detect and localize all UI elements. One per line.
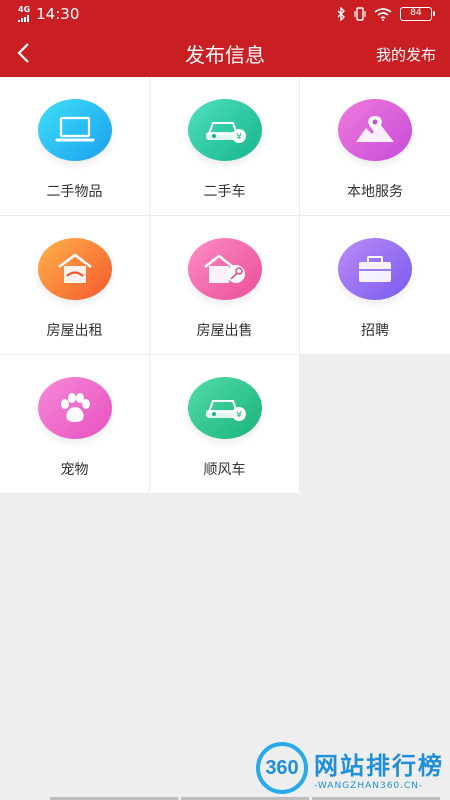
car-icon: ¥ (187, 377, 262, 439)
wifi-icon (374, 7, 392, 21)
vibrate-icon (354, 7, 366, 21)
category-label: 二手物品 (46, 184, 103, 200)
category-grid: 二手物品 ¥ 二手车 本地服务 房屋出租 房屋出售 招聘 宠物 ¥ 顺风车 (0, 77, 450, 494)
watermark: 360 网站排行榜 -WANGZHAN360.CN- (256, 742, 444, 794)
back-button[interactable] (8, 38, 38, 68)
status-left: 4G 14:30 (18, 5, 79, 23)
battery-level: 84 (410, 8, 422, 18)
category-label: 二手车 (203, 184, 246, 200)
paw-icon (37, 377, 112, 439)
category-local-service[interactable]: 本地服务 (300, 77, 450, 216)
category-label: 顺风车 (203, 462, 246, 478)
watermark-logo-text: 360 (265, 756, 299, 779)
status-bar: 4G 14:30 84 (0, 0, 450, 30)
signal-icon: 4G (18, 6, 30, 22)
category-used-goods[interactable]: 二手物品 (0, 77, 150, 216)
battery-icon: 84 (400, 7, 435, 21)
car-icon: ¥ (187, 99, 262, 161)
header: 4G 14:30 84 发布信息 我的发布 (0, 0, 450, 77)
laptop-icon (37, 99, 112, 161)
category-label: 招聘 (361, 323, 389, 339)
category-label: 房屋出租 (46, 323, 103, 339)
my-posts-link[interactable]: 我的发布 (376, 44, 436, 65)
category-pets[interactable]: 宠物 (0, 355, 150, 494)
watermark-logo: 360 (256, 742, 308, 794)
category-house-rent[interactable]: 房屋出租 (0, 216, 150, 355)
back-arrow-icon (17, 43, 29, 63)
map-pin-icon (338, 99, 412, 161)
category-recruitment[interactable]: 招聘 (300, 216, 450, 355)
watermark-text: 网站排行榜 -WANGZHAN360.CN- (314, 746, 444, 791)
watermark-subtitle: -WANGZHAN360.CN- (314, 780, 424, 791)
category-house-sale[interactable]: 房屋出售 (150, 216, 300, 355)
watermark-title: 网站排行榜 (314, 751, 444, 780)
house-rent-icon (37, 238, 112, 300)
nav-bar: 发布信息 我的发布 (0, 30, 450, 77)
svg-text:¥: ¥ (236, 411, 242, 421)
briefcase-icon (338, 238, 412, 300)
status-time: 14:30 (36, 5, 80, 23)
category-carpool[interactable]: ¥ 顺风车 (150, 355, 300, 494)
category-label: 宠物 (60, 462, 89, 478)
status-right: 84 (336, 7, 435, 21)
house-key-icon (187, 238, 262, 300)
category-label: 本地服务 (347, 184, 403, 200)
svg-text:¥: ¥ (236, 133, 242, 143)
category-used-car[interactable]: ¥ 二手车 (150, 77, 300, 216)
network-type: 4G (18, 5, 31, 14)
bluetooth-icon (337, 7, 345, 21)
category-label: 房屋出售 (196, 323, 253, 339)
page-title: 发布信息 (185, 43, 265, 67)
